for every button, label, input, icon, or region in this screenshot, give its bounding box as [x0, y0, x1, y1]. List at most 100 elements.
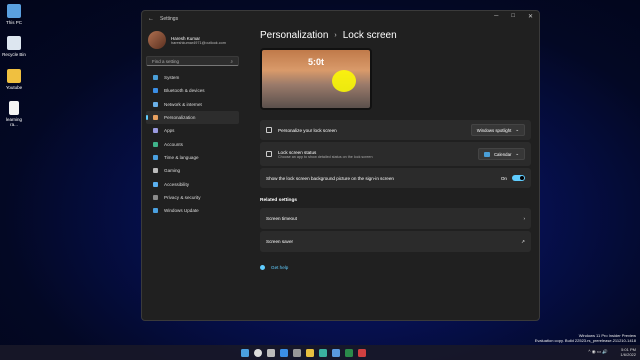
window-title: Settings — [160, 16, 179, 22]
screen-saver-row[interactable]: Screen saver ↗ — [260, 231, 531, 252]
folder-icon — [7, 69, 21, 83]
gaming-icon — [153, 168, 158, 174]
screen-saver-label: Screen saver — [266, 239, 294, 244]
apps-icon — [153, 128, 158, 134]
profile-email: hareshkumar4971@outlook.com — [171, 40, 226, 45]
clock-date: 1/6/2022 — [620, 352, 636, 357]
close-button[interactable]: ✕ — [528, 13, 533, 20]
settings-icon[interactable] — [293, 348, 301, 357]
search-icon[interactable] — [254, 348, 262, 357]
breadcrumb-separator: › — [334, 32, 337, 39]
sidebar-item-apps[interactable]: Apps — [146, 124, 239, 137]
chevron-down-icon: ⌄ — [515, 151, 519, 156]
taskbar-icons — [241, 348, 366, 357]
system-tray-icons[interactable]: ^ ◉ ▭ 🔊 — [588, 349, 608, 355]
status-value: Calendar — [493, 151, 512, 157]
bluetooth-icon — [153, 88, 158, 94]
sidebar-item-network[interactable]: Network & internet — [146, 98, 239, 111]
sidebar-item-time-language[interactable]: Time & language — [146, 151, 239, 164]
settings-window: ← Settings ─ □ ✕ Haresh Kumar hareshkuma… — [141, 10, 540, 321]
sidebar-item-gaming[interactable]: Gaming — [146, 164, 239, 177]
get-help-link[interactable]: Get help — [260, 265, 531, 270]
minimize-button[interactable]: ─ — [494, 13, 498, 20]
screen-timeout-row[interactable]: Screen timeout › — [260, 208, 531, 229]
file-explorer-icon[interactable] — [306, 348, 314, 357]
watermark-line2: Evaluation copy. Build 22523.rs_prerelea… — [534, 338, 636, 343]
sidebar-item-accessibility[interactable]: Accessibility — [146, 177, 239, 190]
widgets-icon[interactable] — [280, 348, 288, 357]
status-icon — [266, 151, 272, 157]
desktop-icon-learning[interactable]: learning ra... — [2, 101, 26, 127]
personalize-dropdown[interactable]: Windows spotlight ⌄ — [470, 124, 525, 136]
system-icon — [153, 75, 158, 81]
chevron-right-icon: › — [523, 216, 525, 221]
sidebar-item-system[interactable]: System — [146, 71, 239, 84]
start-icon[interactable] — [241, 348, 249, 357]
lock-screen-icon — [266, 127, 272, 133]
sidebar-item-label: Windows Update — [164, 208, 199, 214]
get-help-label: Get help — [271, 265, 289, 270]
sidebar-item-label: Personalization — [164, 115, 196, 121]
sidebar-item-accounts[interactable]: Accounts — [146, 137, 239, 150]
status-dropdown[interactable]: Calendar ⌄ — [477, 148, 525, 160]
personalize-lock-screen-row: Personalize your lock screen Windows spo… — [260, 120, 531, 140]
shield-icon — [153, 194, 158, 200]
globe-icon — [153, 154, 158, 160]
personalize-label: Personalize your lock screen — [278, 127, 337, 133]
edge-icon[interactable] — [319, 348, 327, 357]
nav-list: System Bluetooth & devices Network & int… — [146, 71, 239, 217]
lock-screen-status-row: Lock screen status Choose an app to show… — [260, 142, 531, 166]
sidebar-item-label: Time & language — [164, 154, 199, 160]
background-toggle[interactable] — [512, 175, 525, 181]
breadcrumb-parent[interactable]: Personalization — [260, 30, 328, 41]
app-icon[interactable] — [358, 348, 366, 357]
screen-timeout-label: Screen timeout — [266, 216, 297, 221]
desktop-icon-youtube[interactable]: Youtube — [2, 69, 26, 90]
sidebar-item-personalization[interactable]: Personalization — [146, 110, 239, 125]
evaluation-watermark: Windows 11 Pro Insider Preview Evaluatio… — [535, 333, 636, 343]
sidebar-item-label: Network & internet — [164, 101, 202, 107]
accessibility-icon — [153, 181, 158, 187]
maximize-button[interactable]: □ — [511, 13, 515, 20]
back-arrow-icon[interactable]: ← — [148, 16, 154, 22]
search-input[interactable]: Find a setting ⌕ — [146, 56, 239, 66]
help-icon — [260, 265, 265, 270]
network-icon — [153, 101, 158, 107]
toggle-state-label: On — [500, 175, 507, 181]
clock[interactable]: 5:01 PM 1/6/2022 — [620, 347, 636, 357]
lock-screen-preview: 5:0t — [260, 48, 372, 110]
desktop-icon-this-pc[interactable]: This PC — [2, 4, 26, 25]
sidebar-item-label: Privacy & security — [164, 194, 201, 200]
task-view-icon[interactable] — [267, 348, 275, 357]
sidebar: Haresh Kumar hareshkumar4971@outlook.com… — [146, 27, 239, 217]
main-content: Personalization › Lock screen 5:0t Perso… — [260, 27, 531, 270]
taskbar: ^ ◉ ▭ 🔊 5:01 PM 1/6/2022 — [0, 345, 640, 360]
search-placeholder: Find a setting — [152, 58, 180, 64]
excel-icon[interactable] — [345, 348, 353, 357]
sidebar-item-label: System — [164, 75, 180, 81]
recycle-bin-icon — [7, 36, 21, 50]
profile[interactable]: Haresh Kumar hareshkumar4971@outlook.com — [148, 31, 239, 49]
sidebar-item-windows-update[interactable]: Windows Update — [146, 204, 239, 217]
store-icon[interactable] — [332, 348, 340, 357]
search-icon: ⌕ — [230, 58, 233, 64]
desktop-icon-label: Youtube — [5, 85, 23, 90]
status-sublabel: Choose an app to show detailed status on… — [278, 154, 373, 159]
brush-icon — [153, 115, 158, 121]
window-controls: ─ □ ✕ — [494, 13, 533, 20]
update-icon — [153, 208, 158, 214]
desktop-icon-label: learning ra... — [5, 117, 22, 127]
related-settings-heading: Related settings — [260, 198, 298, 203]
cursor-highlight — [332, 70, 356, 92]
desktop-icon-label: This PC — [5, 20, 22, 25]
accounts-icon — [153, 141, 158, 147]
file-icon — [9, 101, 19, 115]
sidebar-item-label: Gaming — [164, 168, 181, 174]
sidebar-item-bluetooth[interactable]: Bluetooth & devices — [146, 84, 239, 97]
sidebar-item-privacy[interactable]: Privacy & security — [146, 191, 239, 204]
sidebar-item-label: Accessibility — [164, 181, 190, 187]
preview-time: 5:0t — [308, 57, 325, 67]
page-title: Lock screen — [342, 30, 397, 41]
background-signin-row: Show the lock screen background picture … — [260, 168, 531, 188]
desktop-icon-recycle-bin[interactable]: Recycle Bin — [2, 36, 26, 57]
